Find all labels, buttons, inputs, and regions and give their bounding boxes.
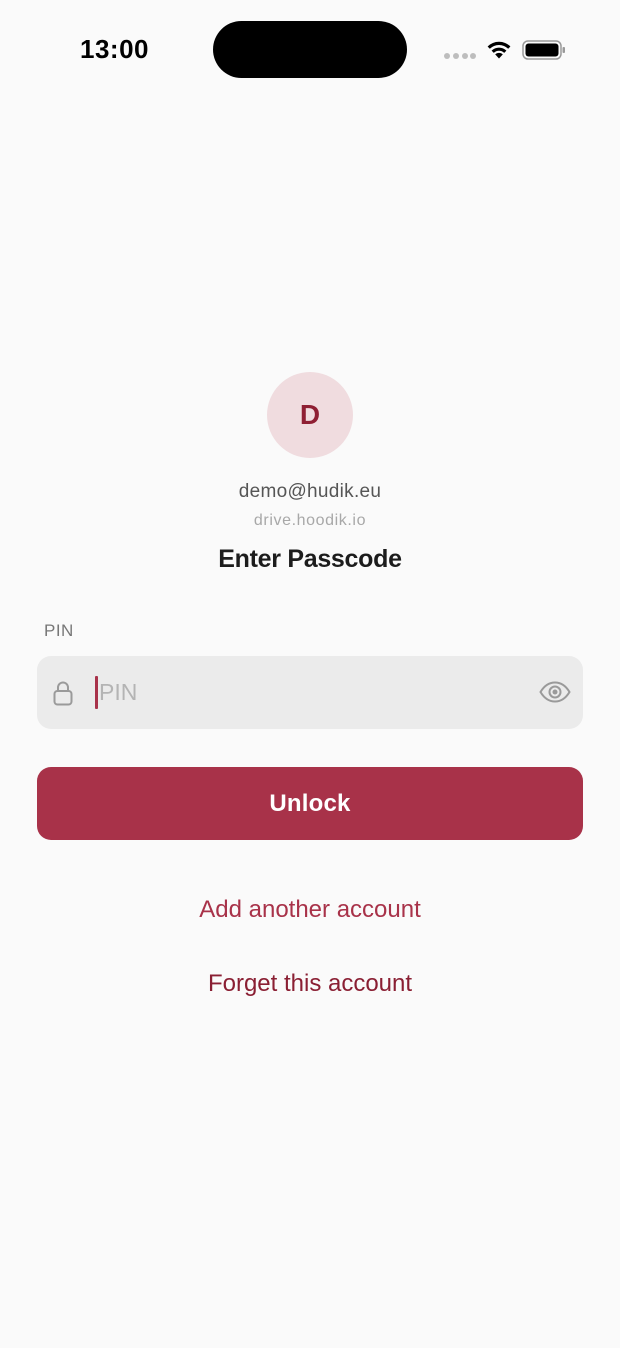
wifi-icon	[487, 41, 511, 59]
lock-icon	[53, 681, 73, 706]
status-bar: 13:00	[0, 0, 620, 100]
pin-label: PIN	[44, 621, 74, 640]
unlock-screen: 13:00 D demo@hudik.eu drive.hoodik.io En…	[0, 0, 620, 1348]
avatar: D	[267, 372, 353, 458]
page-title: Enter Passcode	[218, 545, 402, 573]
battery-icon	[522, 40, 565, 60]
account-server: drive.hoodik.io	[253, 512, 367, 529]
account-email: demo@hudik.eu	[238, 481, 382, 502]
add-another-account-link[interactable]: Add another account	[0, 896, 620, 924]
forget-account-link[interactable]: Forget this account	[0, 970, 620, 998]
pin-field[interactable]	[37, 656, 583, 729]
dynamic-island	[213, 21, 407, 78]
pin-input[interactable]	[97, 656, 517, 729]
signal-icon	[444, 53, 476, 61]
status-time: 13:00	[80, 34, 149, 64]
unlock-button[interactable]: Unlock	[37, 767, 583, 840]
eye-icon[interactable]	[539, 681, 571, 703]
